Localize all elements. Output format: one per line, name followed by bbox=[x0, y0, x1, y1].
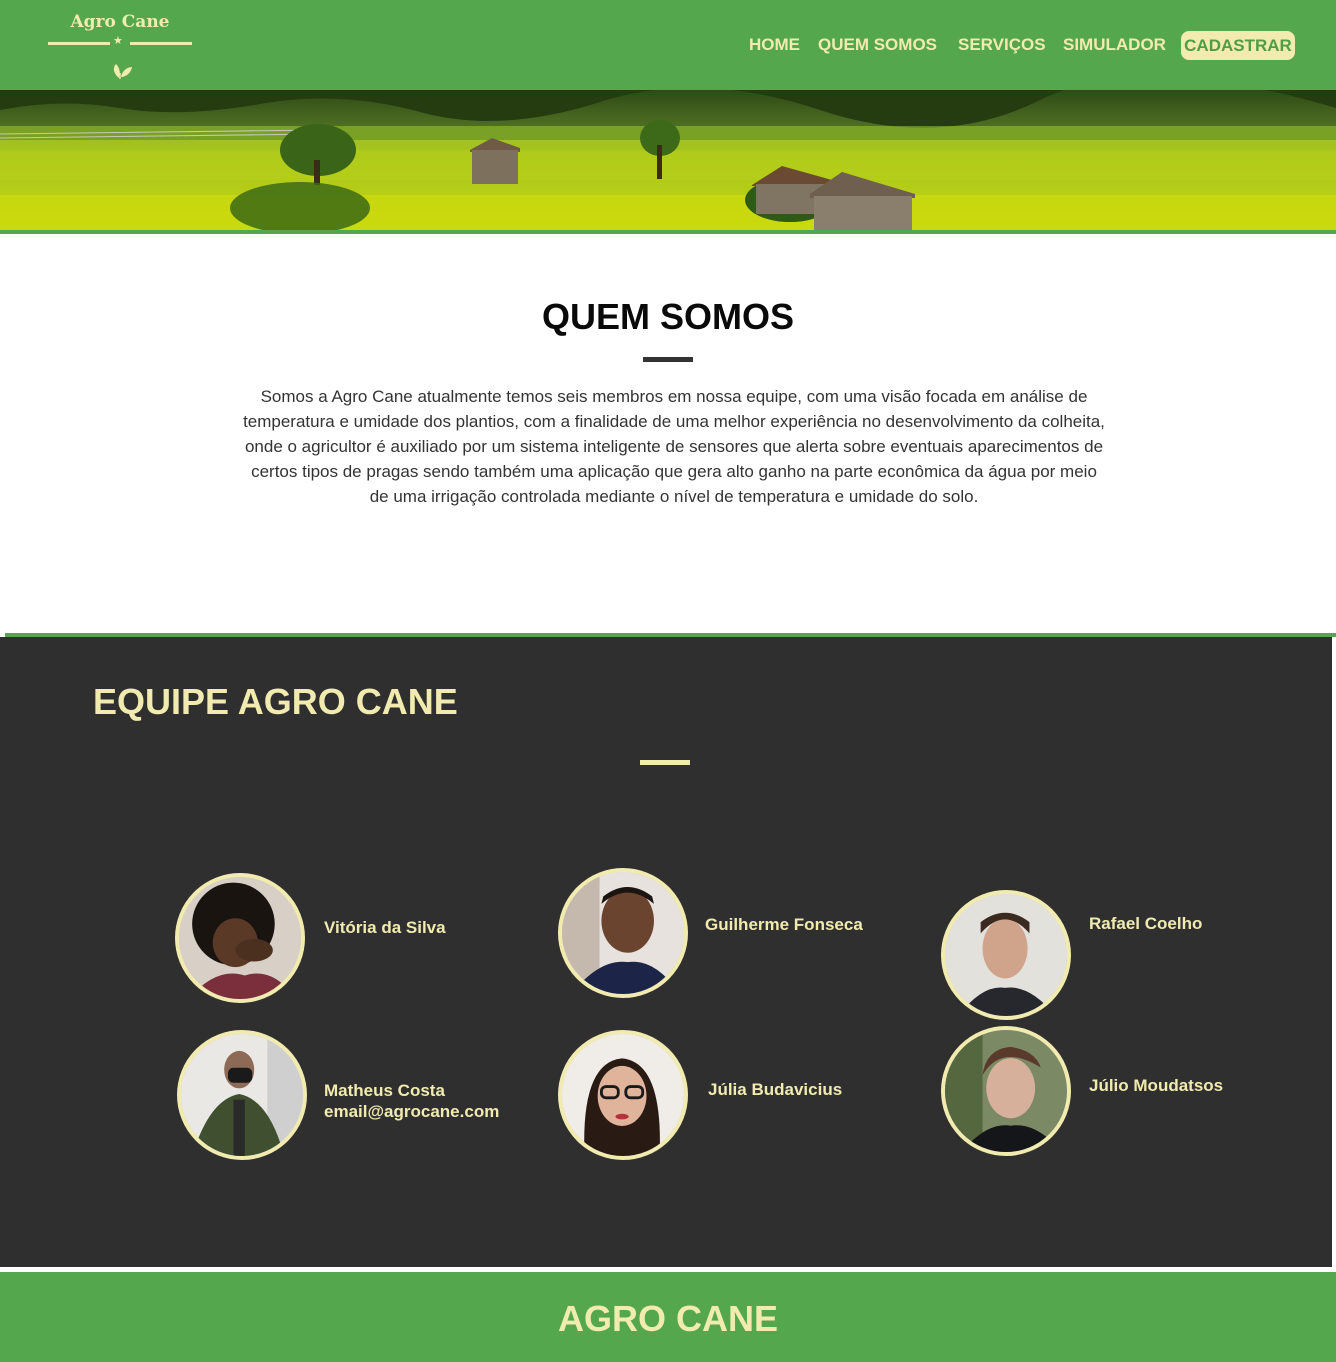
member-avatar-guilherme bbox=[558, 868, 688, 998]
nav-simulador[interactable]: SIMULADOR bbox=[1063, 31, 1166, 59]
member-name: Matheus Costa bbox=[324, 1081, 445, 1100]
leaf-icon bbox=[113, 64, 132, 79]
nav-servicos[interactable]: SERVIÇOS bbox=[958, 31, 1046, 59]
team-section: EQUIPE AGRO CANE Vitória da Silva Guilhe… bbox=[0, 637, 1332, 1267]
about-description: Somos a Agro Cane atualmente temos seis … bbox=[243, 387, 1105, 506]
site-footer: AGRO CANE bbox=[0, 1272, 1336, 1362]
member-name: Júlia Budavicius bbox=[708, 1080, 843, 1099]
banner-divider bbox=[0, 230, 1336, 234]
member-name: Guilherme Fonseca bbox=[705, 915, 863, 934]
logo-divider-left bbox=[48, 42, 110, 45]
nav-quem-somos[interactable]: QUEM SOMOS bbox=[818, 31, 937, 59]
logo-title: Agro Cane bbox=[70, 12, 170, 32]
nav-home[interactable]: HOME bbox=[749, 31, 800, 59]
member-name: Júlio Moudatsos bbox=[1089, 1076, 1224, 1095]
footer-title: AGRO CANE bbox=[557, 1298, 778, 1339]
member-avatar-vitoria bbox=[175, 873, 305, 1003]
team-title-underline bbox=[640, 760, 690, 765]
site-header: Agro Cane ★ HOME QUEM SOMOS SERVIÇOS SIM… bbox=[0, 0, 1336, 90]
member-avatar-matheus bbox=[177, 1030, 307, 1160]
about-title-underline bbox=[643, 357, 693, 362]
about-title: QUEM SOMOS bbox=[541, 296, 795, 337]
farm-banner-image bbox=[0, 90, 1336, 231]
member-name: Rafael Coelho bbox=[1089, 914, 1203, 933]
member-avatar-julia bbox=[558, 1030, 688, 1160]
team-section-edge bbox=[1332, 637, 1336, 1270]
member-email[interactable]: email@agrocane.com bbox=[324, 1101, 499, 1122]
star-icon: ★ bbox=[113, 34, 123, 47]
member-avatar-julio bbox=[941, 1026, 1071, 1156]
logo-divider-right bbox=[130, 42, 192, 45]
member-name: Vitória da Silva bbox=[324, 918, 446, 937]
team-title: EQUIPE AGRO CANE bbox=[93, 681, 458, 722]
member-avatar-rafael bbox=[941, 890, 1071, 1020]
cadastrar-button[interactable]: CADASTRAR bbox=[1181, 31, 1295, 60]
agro-cane-logo[interactable]: Agro Cane ★ bbox=[46, 10, 194, 82]
